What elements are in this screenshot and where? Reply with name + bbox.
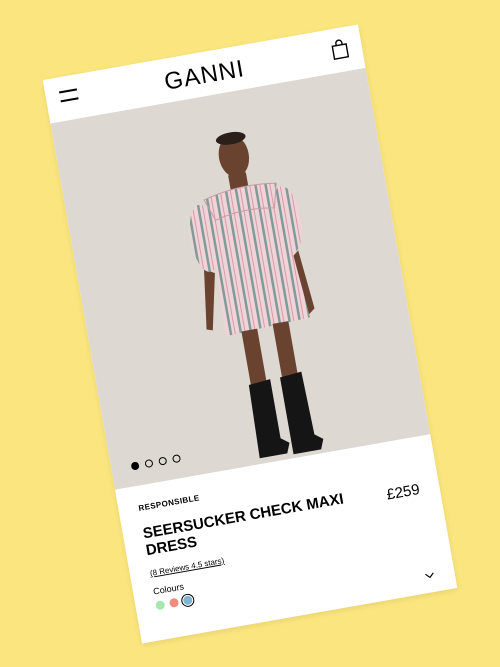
carousel-dot-3[interactable] (158, 456, 168, 466)
colour-swatches (155, 592, 196, 611)
colours-label: Colours (152, 581, 185, 597)
colour-swatch-blue[interactable] (180, 592, 196, 608)
colour-swatch-green[interactable] (155, 599, 166, 611)
product-price: £259 (385, 481, 422, 504)
chevron-down-icon[interactable] (424, 572, 435, 580)
carousel-dot-2[interactable] (144, 458, 154, 469)
responsible-tag: RESPONSIBLE (137, 493, 201, 513)
product-image-gallery[interactable] (50, 67, 431, 490)
phone-screen: GANNI RESPONSIBLE SEERSUCKER CHECK MAXI … (42, 24, 458, 644)
model-photo (189, 131, 324, 459)
shopping-bag-icon[interactable] (330, 38, 350, 60)
carousel-dot-1[interactable] (130, 461, 140, 471)
reviews-link[interactable]: (8 Reviews 4.5 stars) (149, 556, 225, 578)
colour-swatch-coral[interactable] (168, 597, 180, 608)
carousel-dot-4[interactable] (171, 454, 182, 464)
